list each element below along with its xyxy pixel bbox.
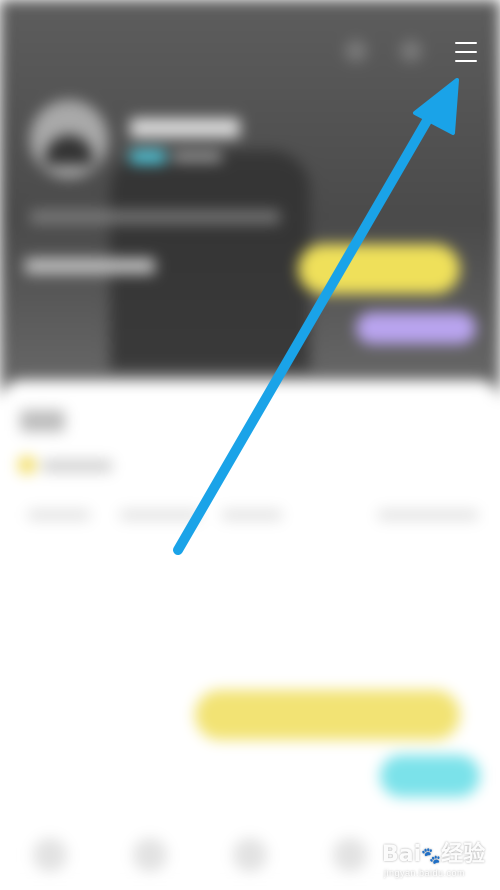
arrow-shaft	[173, 107, 437, 555]
baidu-jingyan-watermark: Bai🐾经验 jingyan.baidu.com	[382, 836, 494, 884]
watermark-main-text: Bai	[382, 842, 422, 867]
watermark-suffix-text: 经验	[441, 842, 486, 867]
paw-icon: 🐾	[421, 848, 442, 865]
watermark-sub-text: jingyan.baidu.com	[384, 868, 466, 878]
annotation-arrow-icon	[173, 78, 459, 555]
